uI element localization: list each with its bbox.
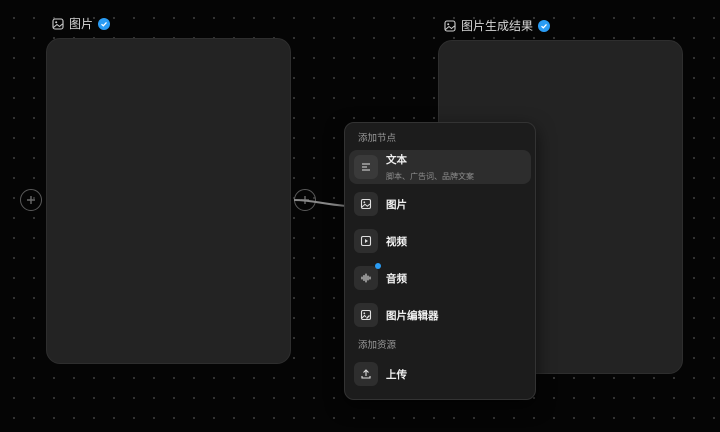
menu-item-video-label: 视频 xyxy=(386,235,407,248)
image-icon xyxy=(52,17,64,30)
text-lines-icon xyxy=(354,155,378,179)
right-node-header: 图片生成结果 xyxy=(444,17,551,34)
menu-item-text-subtitle: 脚本、广告词、品牌文案 xyxy=(386,172,474,181)
section-add-resource-title: 添加资源 xyxy=(358,340,397,351)
menu-item-video[interactable]: 视频 xyxy=(349,224,531,258)
video-play-icon xyxy=(354,229,378,253)
image-icon xyxy=(354,192,378,216)
menu-item-image-label: 图片 xyxy=(386,198,407,211)
new-badge-dot xyxy=(375,263,381,269)
connection-edge xyxy=(293,199,347,207)
section-add-node-title: 添加节点 xyxy=(358,133,397,144)
image-edit-icon xyxy=(354,303,378,327)
menu-item-image[interactable]: 图片 xyxy=(349,187,531,221)
left-node-header: 图片 xyxy=(52,15,111,32)
left-node-title: 图片 xyxy=(69,17,94,31)
menu-item-upload-label: 上传 xyxy=(386,368,407,381)
left-image-node-card[interactable] xyxy=(46,38,291,364)
menu-item-audio-label: 音频 xyxy=(386,272,407,285)
menu-item-text[interactable]: 文本 脚本、广告词、品牌文案 xyxy=(349,150,531,184)
verified-check-icon xyxy=(538,19,551,32)
menu-item-text-label: 文本 xyxy=(386,154,407,166)
verified-check-icon xyxy=(98,17,111,30)
upload-icon xyxy=(354,362,378,386)
right-node-title: 图片生成结果 xyxy=(461,19,534,33)
add-node-menu: 添加节点 文本 脚本、广告词、品牌文案 图片 视频 音频 图片编辑器 添加资源 … xyxy=(344,122,536,400)
image-icon xyxy=(444,19,456,32)
left-input-port-plus-icon[interactable] xyxy=(20,189,42,211)
menu-item-image-editor-label: 图片编辑器 xyxy=(386,309,439,322)
audio-wave-icon xyxy=(354,263,381,290)
menu-item-audio[interactable]: 音频 xyxy=(349,261,531,295)
menu-item-upload[interactable]: 上传 xyxy=(349,357,531,391)
menu-item-image-editor[interactable]: 图片编辑器 xyxy=(349,298,531,332)
